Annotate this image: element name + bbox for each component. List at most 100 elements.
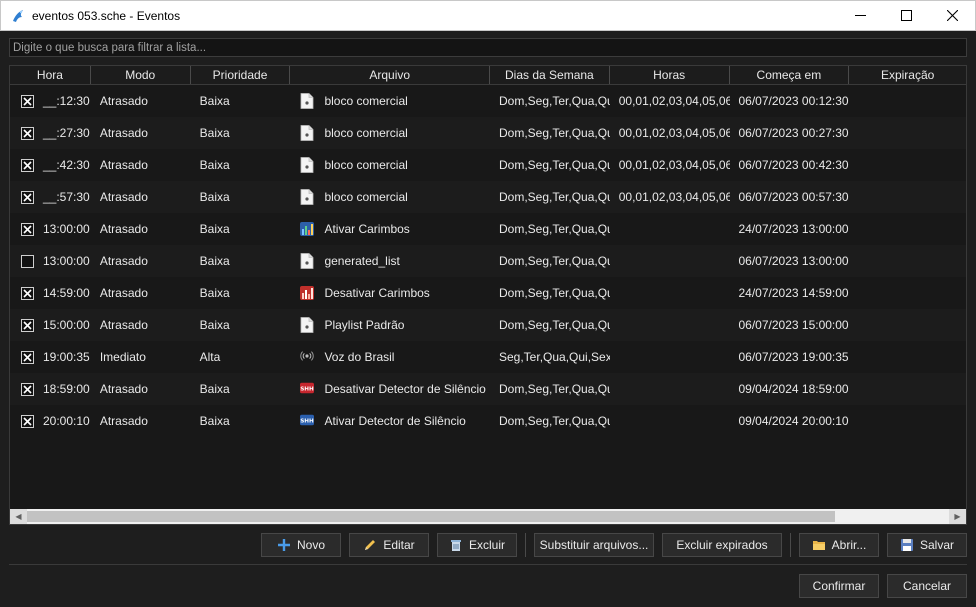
minimize-icon xyxy=(854,15,866,16)
hora-text: 13:00:00 xyxy=(43,222,90,236)
abrir-button[interactable]: Abrir... xyxy=(799,533,879,557)
confirmar-button[interactable]: Confirmar xyxy=(799,574,879,598)
cell-horas: 00,01,02,03,04,05,06, xyxy=(618,126,730,140)
cell-hora: 19:00:35 xyxy=(10,350,91,364)
check-icon xyxy=(23,160,32,170)
enabled-checkbox[interactable] xyxy=(21,158,34,172)
column-header-dias-da-semana[interactable]: Dias da Semana xyxy=(490,66,610,84)
cell-dias-da-semana: Dom,Seg,Ter,Qua,Qu xyxy=(499,94,610,108)
table-row[interactable]: 19:00:35 Imediato Alta Voz do Brasil Seg,Ter… xyxy=(10,341,966,373)
cell-dias-da-semana: Seg,Ter,Qua,Qui,Sex xyxy=(499,350,610,364)
check-icon xyxy=(23,384,32,394)
chart-blue-icon xyxy=(300,221,315,237)
column-header-horas[interactable]: Horas xyxy=(610,66,730,84)
horizontal-scrollbar[interactable]: ◀ ▶ xyxy=(10,509,966,524)
cell-arquivo: SHH Ativar Detector de Silêncio xyxy=(290,413,490,429)
table-header: Hora Modo Prioridade Arquivo Dias da Sem… xyxy=(10,66,966,85)
enabled-checkbox[interactable] xyxy=(21,382,34,396)
enabled-checkbox[interactable] xyxy=(21,126,34,140)
cell-comeca-em: 06/07/2023 00:12:30 xyxy=(738,94,849,108)
table-row[interactable]: 13:00:00 Atrasado Baixa Ativar Carimbos Dom,… xyxy=(10,213,966,245)
document-icon xyxy=(300,125,314,141)
silence-red-icon: SHH xyxy=(300,381,314,397)
document-icon xyxy=(300,93,314,109)
substituir-arquivos-button[interactable]: Substituir arquivos... xyxy=(534,533,654,557)
table-row[interactable]: 20:00:10 Atrasado Baixa SHH Ativar Detector … xyxy=(10,405,966,437)
document-icon xyxy=(300,253,314,269)
column-header-prioridade[interactable]: Prioridade xyxy=(191,66,291,84)
enabled-checkbox[interactable] xyxy=(21,286,34,300)
enabled-checkbox[interactable] xyxy=(21,222,34,236)
cell-modo: Atrasado xyxy=(99,126,148,140)
salvar-button[interactable]: Salvar xyxy=(887,533,967,557)
cell-modo: Imediato xyxy=(99,350,146,364)
cell-prioridade: Baixa xyxy=(199,318,230,332)
maximize-button[interactable] xyxy=(883,1,929,30)
column-header-modo[interactable]: Modo xyxy=(91,66,191,84)
scroll-left-button[interactable]: ◀ xyxy=(10,509,27,524)
check-icon xyxy=(23,288,32,298)
column-header-comeca-em[interactable]: Começa em xyxy=(730,66,850,84)
table-row[interactable]: 14:59:00 Atrasado Baixa Desativar Carimbos D… xyxy=(10,277,966,309)
arquivo-text: Ativar Carimbos xyxy=(324,222,410,236)
arquivo-text: Voz do Brasil xyxy=(324,350,395,364)
close-button[interactable] xyxy=(929,1,975,30)
enabled-checkbox[interactable] xyxy=(21,318,34,332)
cell-dias-da-semana: Dom,Seg,Ter,Qua,Qu xyxy=(499,318,610,332)
excluir-expirados-button[interactable]: Excluir expirados xyxy=(662,533,782,557)
cell-comeca-em: 24/07/2023 14:59:00 xyxy=(738,286,849,300)
cell-arquivo: Desativar Carimbos xyxy=(290,285,490,301)
silence-blue-icon: SHH xyxy=(300,413,314,429)
enabled-checkbox[interactable] xyxy=(21,94,34,108)
cell-hora: __:27:30 xyxy=(10,126,91,140)
hora-text: __:57:30 xyxy=(43,190,90,204)
scroll-thumb[interactable] xyxy=(27,511,835,522)
table-row[interactable]: 13:00:00 Atrasado Baixa generated_list Dom,S… xyxy=(10,245,966,277)
document-icon xyxy=(300,157,314,173)
enabled-checkbox[interactable] xyxy=(21,254,34,268)
table-row[interactable]: 18:59:00 Atrasado Baixa SHH Desativar Detect… xyxy=(10,373,966,405)
table-row[interactable]: __:57:30 Atrasado Baixa bloco comercial Dom,… xyxy=(10,181,966,213)
cell-modo: Atrasado xyxy=(99,94,148,108)
cancelar-button[interactable]: Cancelar xyxy=(887,574,967,598)
minimize-button[interactable] xyxy=(837,1,883,30)
cell-arquivo: bloco comercial xyxy=(290,189,490,205)
toolbar-separator xyxy=(790,533,791,557)
arquivo-text: Playlist Padrão xyxy=(324,318,405,332)
cell-horas: 00,01,02,03,04,05,06, xyxy=(618,190,730,204)
svg-text:SHH: SHH xyxy=(301,387,315,393)
cell-comeca-em: 06/07/2023 00:42:30 xyxy=(738,158,849,172)
arquivo-text: Desativar Detector de Silêncio xyxy=(324,382,486,396)
arrow-left-icon: ◀ xyxy=(15,512,22,521)
column-header-hora[interactable]: Hora xyxy=(10,66,91,84)
scroll-track[interactable] xyxy=(27,509,949,524)
cell-hora: __:57:30 xyxy=(10,190,91,204)
arquivo-text: bloco comercial xyxy=(324,126,408,140)
cell-arquivo: bloco comercial xyxy=(290,157,490,173)
novo-button[interactable]: Novo xyxy=(261,533,341,557)
cell-arquivo: Ativar Carimbos xyxy=(290,221,490,237)
table-row[interactable]: 15:00:00 Atrasado Baixa Playlist Padrão Dom,… xyxy=(10,309,966,341)
check-icon xyxy=(23,224,32,234)
enabled-checkbox[interactable] xyxy=(21,414,34,428)
window-title: eventos 053.sche - Eventos xyxy=(32,8,181,23)
toolbar-separator xyxy=(525,533,526,557)
excluir-button[interactable]: Excluir xyxy=(437,533,517,557)
cell-comeca-em: 06/07/2023 00:27:30 xyxy=(738,126,849,140)
cell-dias-da-semana: Dom,Seg,Ter,Qua,Qu xyxy=(499,158,610,172)
search-input[interactable] xyxy=(9,38,967,57)
title-bar: eventos 053.sche - Eventos xyxy=(0,0,976,31)
scroll-right-button[interactable]: ▶ xyxy=(949,509,966,524)
table-row[interactable]: __:27:30 Atrasado Baixa bloco comercial Dom,… xyxy=(10,117,966,149)
hora-text: 20:00:10 xyxy=(43,414,90,428)
table-row[interactable]: __:42:30 Atrasado Baixa bloco comercial Dom,… xyxy=(10,149,966,181)
enabled-checkbox[interactable] xyxy=(21,350,34,364)
column-header-arquivo[interactable]: Arquivo xyxy=(290,66,490,84)
editar-button[interactable]: Editar xyxy=(349,533,429,557)
cell-hora: 14:59:00 xyxy=(10,286,91,300)
table-row[interactable]: __:12:30 Atrasado Baixa bloco comercial Dom,… xyxy=(10,85,966,117)
enabled-checkbox[interactable] xyxy=(21,190,34,204)
column-header-expiracao[interactable]: Expiração xyxy=(849,66,966,84)
cell-comeca-em: 09/04/2024 18:59:00 xyxy=(738,382,849,396)
cell-arquivo: generated_list xyxy=(290,253,490,269)
